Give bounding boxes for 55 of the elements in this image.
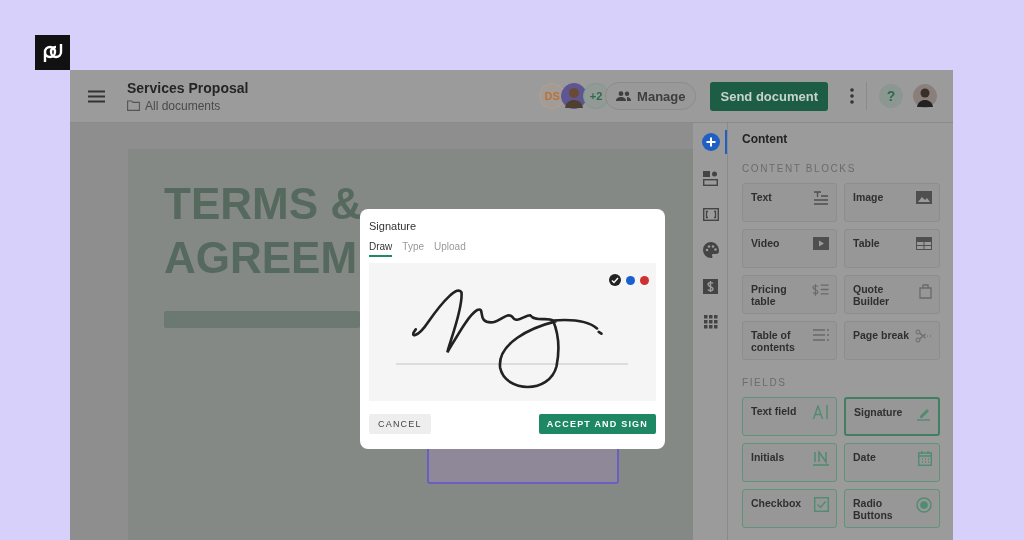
content-block-tile[interactable]: Image: [844, 183, 940, 222]
field-tile[interactable]: Radio Buttons: [844, 489, 940, 528]
field-tile[interactable]: Signature: [844, 397, 940, 436]
dialog-tab[interactable]: Upload: [434, 241, 466, 257]
checkbox-icon: [814, 497, 829, 512]
text-style-icon: [813, 191, 829, 205]
table-icon: [916, 237, 932, 250]
text-cursor-icon: [813, 405, 829, 419]
content-block-tile[interactable]: Video: [742, 229, 837, 268]
content-block-tile[interactable]: Text: [742, 183, 837, 222]
price-list-icon: [812, 283, 829, 296]
content-block-tile[interactable]: Table: [844, 229, 940, 268]
more-options-icon[interactable]: [850, 88, 854, 104]
play-icon: [813, 237, 829, 250]
pen-icon: [916, 406, 931, 421]
manage-button[interactable]: Manage: [605, 82, 697, 110]
field-tile[interactable]: Date: [844, 443, 940, 482]
ink-color-swatch[interactable]: [626, 275, 635, 285]
radio-button-icon: [916, 497, 932, 513]
dollar-icon: [703, 278, 718, 294]
panel-title: Content: [742, 132, 789, 146]
grid-icon: [703, 315, 718, 329]
brackets-icon: [702, 207, 719, 221]
people-icon: [616, 91, 632, 101]
content-block-tile[interactable]: Quote Builder: [844, 275, 940, 314]
initials-icon: [813, 451, 829, 466]
field-tile[interactable]: Text field: [742, 397, 837, 436]
calendar-icon: [918, 451, 932, 466]
layout-icon: [703, 170, 718, 186]
field-tile[interactable]: Checkbox: [742, 489, 837, 528]
document-title: Services Proposal: [127, 79, 249, 96]
palette-icon: [702, 242, 719, 258]
ink-color-swatch[interactable]: [640, 275, 649, 285]
user-avatar-icon[interactable]: [913, 84, 937, 108]
accept-and-sign-button[interactable]: ACCEPT AND SIGN: [538, 414, 656, 434]
folder-link[interactable]: All documents: [145, 98, 221, 113]
list-icon: [813, 329, 829, 341]
logo-icon: [35, 35, 70, 70]
image-icon: [916, 191, 932, 204]
send-document-button[interactable]: Send document: [710, 81, 828, 111]
content-block-tile[interactable]: Table of contents: [742, 321, 837, 360]
ink-color-swatch[interactable]: [609, 274, 621, 286]
dialog-title: Signature: [369, 220, 418, 232]
dialog-tab[interactable]: Draw: [369, 241, 393, 257]
cancel-button[interactable]: CANCEL: [369, 414, 431, 434]
dialog-tab[interactable]: Type: [402, 241, 425, 257]
add-icon: [701, 133, 720, 151]
signature-pad[interactable]: [369, 263, 656, 401]
scissors-icon: [915, 329, 932, 343]
bag-icon: [919, 283, 932, 299]
content-block-tile[interactable]: Pricing table: [742, 275, 837, 314]
folder-icon: [127, 100, 140, 111]
menu-icon[interactable]: [88, 89, 105, 103]
field-tile[interactable]: Initials: [742, 443, 837, 482]
content-block-tile[interactable]: Page break: [844, 321, 940, 360]
